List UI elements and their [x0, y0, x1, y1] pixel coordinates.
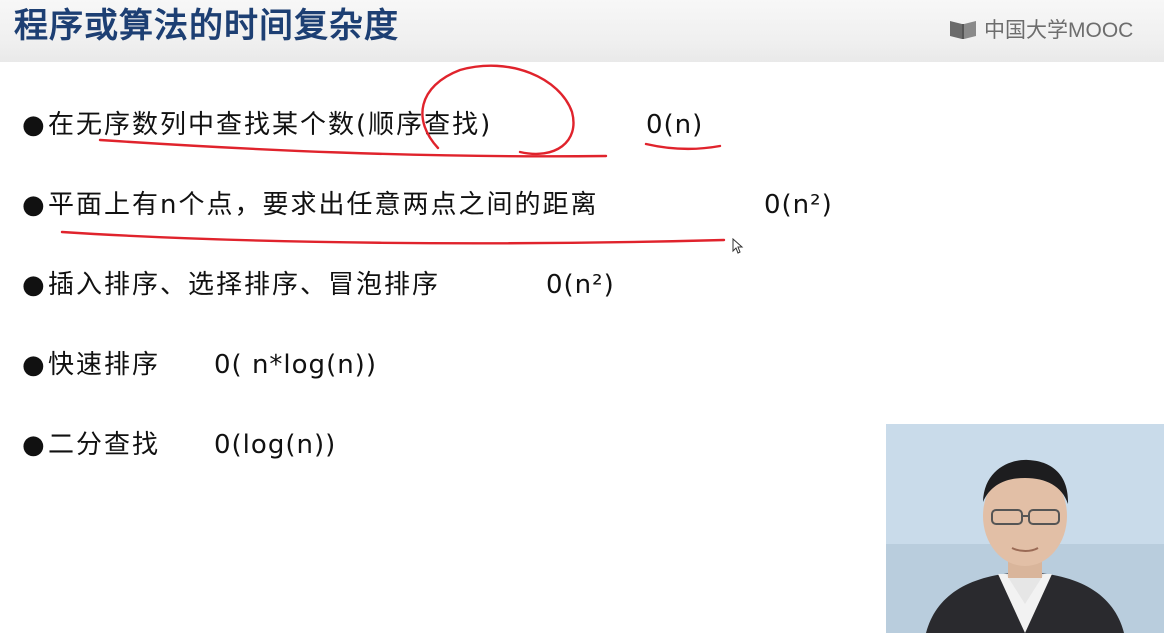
- bullet-icon: ●: [22, 110, 47, 140]
- bullet-icon: ●: [22, 190, 47, 220]
- item-text: 在无序数列中查找某个数(顺序查找): [48, 110, 493, 140]
- mooc-book-icon: [950, 21, 976, 39]
- complexity-label: 0(n): [646, 110, 704, 140]
- item-text: 二分查找: [48, 430, 161, 460]
- mooc-logo: 中国大学MOOC: [948, 14, 1133, 44]
- list-item: ●平面上有n个点，要求出任意两点之间的距离: [22, 185, 598, 225]
- mouse-pointer-icon: [732, 238, 744, 254]
- complexity-label: 0(n²): [764, 190, 833, 220]
- list-item: ●快速排序: [22, 345, 160, 385]
- list-item: ●二分查找: [22, 425, 160, 465]
- complexity-label: 0(n²): [546, 270, 615, 300]
- presenter-image: [886, 424, 1164, 633]
- list-item: ●在无序数列中查找某个数(顺序查找): [22, 105, 492, 145]
- presenter-video: [886, 424, 1164, 633]
- logo-text: 中国大学MOOC: [984, 19, 1134, 42]
- slide-title: 程序或算法的时间复杂度: [14, 6, 399, 46]
- item-text: 平面上有n个点，要求出任意两点之间的距离: [48, 190, 599, 220]
- bullet-icon: ●: [22, 350, 47, 380]
- item-text: 插入排序、选择排序、冒泡排序: [48, 270, 441, 300]
- bullet-icon: ●: [22, 430, 47, 460]
- slide-header: 程序或算法的时间复杂度 中国大学MOOC: [0, 0, 1164, 62]
- bullet-icon: ●: [22, 270, 47, 300]
- list-item: ●插入排序、选择排序、冒泡排序: [22, 265, 440, 305]
- item-text: 快速排序: [48, 350, 161, 380]
- complexity-label: 0( n*log(n)): [214, 350, 377, 380]
- complexity-label: 0(log(n)): [214, 430, 337, 460]
